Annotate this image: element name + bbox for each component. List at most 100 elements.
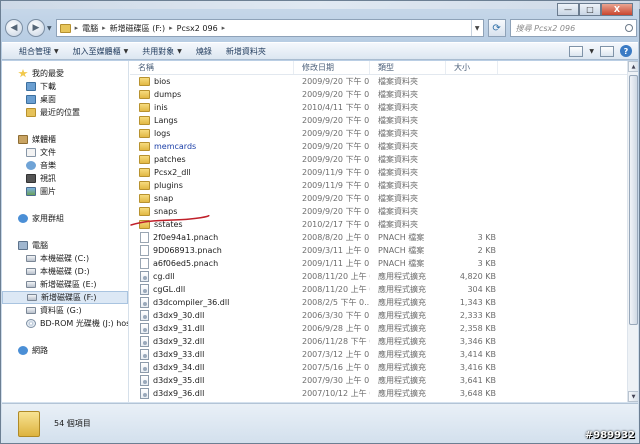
nav-item-recent[interactable]: 最近的位置: [2, 106, 128, 119]
chevron-right-icon[interactable]: ▸: [75, 24, 79, 32]
file-name-cell[interactable]: d3dx9_35.dll: [130, 375, 294, 386]
nav-item-music[interactable]: 音樂: [2, 159, 128, 172]
nav-item-documents[interactable]: 文件: [2, 146, 128, 159]
column-header-type[interactable]: 類型: [370, 61, 446, 74]
file-date: 2009/11/9 下午 0...: [302, 168, 370, 177]
file-name-cell[interactable]: 9D068913.pnach: [130, 245, 294, 256]
nav-computer[interactable]: 電腦: [2, 239, 128, 252]
table-row[interactable]: Pcsx2_dll 2009/11/9 下午 0... 檔案資料夾: [130, 166, 638, 179]
table-row[interactable]: patches 2009/9/20 下午 0... 檔案資料夾: [130, 153, 638, 166]
address-bar[interactable]: ▸ 電腦 ▸ 新增磁碟區 (F:) ▸ Pcsx2 096 ▸ ▼: [55, 19, 484, 37]
table-row[interactable]: d3dx9_36.dll 2007/10/12 上午 0... 應用程式擴充 3,64…: [130, 387, 638, 400]
back-button[interactable]: ◀: [5, 19, 23, 37]
file-name-cell[interactable]: d3dx9_30.dll: [130, 310, 294, 321]
file-name-cell[interactable]: d3dx9_32.dll: [130, 336, 294, 347]
nav-item-drive-g[interactable]: 資料區 (G:): [2, 304, 128, 317]
nav-item-desktop[interactable]: 桌面: [2, 93, 128, 106]
table-row[interactable]: d3dx9_31.dll 2006/9/28 上午 0... 應用程式擴充 2,358…: [130, 322, 638, 335]
breadcrumb-drive-f[interactable]: 新增磁碟區 (F:): [110, 23, 165, 34]
file-name-cell[interactable]: a6f06ed5.pnach: [130, 258, 294, 269]
table-row[interactable]: snap 2009/9/20 下午 0... 檔案資料夾: [130, 192, 638, 205]
table-row[interactable]: dumps 2009/9/20 下午 0... 檔案資料夾: [130, 88, 638, 101]
chevron-right-icon[interactable]: ▸: [102, 24, 106, 32]
table-row[interactable]: plugins 2009/11/9 下午 0... 檔案資料夾: [130, 179, 638, 192]
column-header-name[interactable]: 名稱: [130, 61, 294, 74]
file-name-cell[interactable]: cg.dll: [130, 271, 294, 282]
table-row[interactable]: d3dx9_30.dll 2006/3/30 下午 0... 應用程式擴充 2,333…: [130, 309, 638, 322]
column-header-size[interactable]: 大小: [446, 61, 498, 74]
file-name-cell[interactable]: cgGL.dll: [130, 284, 294, 295]
new-folder-button[interactable]: 新增資料夾: [219, 43, 273, 59]
nav-item-drive-d[interactable]: 本機磁碟 (D:): [2, 265, 128, 278]
file-name-cell[interactable]: d3dcompiler_36.dll: [130, 297, 294, 308]
table-row[interactable]: a6f06ed5.pnach 2009/1/11 上午 0... PNACH 檔案 3…: [130, 257, 638, 270]
file-type: PNACH 檔案: [378, 246, 425, 255]
column-header-date[interactable]: 修改日期: [294, 61, 370, 74]
nav-homegroup[interactable]: 家用群組: [2, 212, 128, 225]
file-name-cell[interactable]: Langs: [130, 116, 294, 125]
close-button[interactable]: X: [601, 3, 633, 16]
file-name-cell[interactable]: Pcsx2_dll: [130, 168, 294, 177]
breadcrumb-pcsx2[interactable]: Pcsx2 096: [177, 24, 218, 33]
file-name-cell[interactable]: dumps: [130, 90, 294, 99]
scroll-up-icon[interactable]: ▲: [628, 61, 638, 72]
nav-item-drive-e[interactable]: 新增磁碟區 (E:): [2, 278, 128, 291]
change-view-icon[interactable]: [569, 45, 584, 57]
nav-item-videos[interactable]: 視訊: [2, 172, 128, 185]
file-name-cell[interactable]: d3dx9_34.dll: [130, 362, 294, 373]
share-with-button[interactable]: 共用對象 ▼: [135, 43, 189, 59]
recent-pages-dropdown[interactable]: ▼: [47, 25, 52, 32]
table-row[interactable]: d3dcompiler_36.dll 2008/2/5 下午 0... 應用程式擴充…: [130, 296, 638, 309]
file-name-cell[interactable]: bios: [130, 77, 294, 86]
table-row[interactable]: logs 2009/9/20 下午 0... 檔案資料夾: [130, 127, 638, 140]
table-row[interactable]: 2f0e94a1.pnach 2008/8/20 上午 0... PNACH 檔案 3…: [130, 231, 638, 244]
table-row[interactable]: 9D068913.pnach 2009/3/11 上午 0... PNACH 檔案 2…: [130, 244, 638, 257]
file-name-cell[interactable]: inis: [130, 103, 294, 112]
table-row[interactable]: inis 2010/4/11 下午 0... 檔案資料夾: [130, 101, 638, 114]
organize-button[interactable]: 組合管理 ▼: [12, 43, 66, 59]
breadcrumb-computer[interactable]: 電腦: [82, 23, 98, 34]
table-row[interactable]: memcards 2009/9/20 下午 0... 檔案資料夾: [130, 140, 638, 153]
table-row[interactable]: d3dx9_35.dll 2007/9/30 上午 0... 應用程式擴充 3,641…: [130, 374, 638, 387]
file-name-cell[interactable]: memcards: [130, 142, 294, 151]
nav-item-drive-c[interactable]: 本機磁碟 (C:): [2, 252, 128, 265]
maximize-button[interactable]: □: [579, 3, 601, 16]
nav-item-drive-j[interactable]: BD-ROM 光碟機 (J:) hoshi: [2, 317, 128, 330]
file-name-cell[interactable]: patches: [130, 155, 294, 164]
table-row[interactable]: bios 2009/9/20 下午 0... 檔案資料夾: [130, 75, 638, 88]
search-input[interactable]: 搜尋 Pcsx2 096: [509, 19, 637, 37]
chevron-right-icon[interactable]: ▸: [222, 24, 226, 32]
minimize-button[interactable]: —: [557, 3, 579, 16]
nav-item-pictures[interactable]: 圖片: [2, 185, 128, 198]
nav-item-drive-f[interactable]: 新增磁碟區 (F:): [2, 291, 128, 304]
file-name-cell[interactable]: d3dx9_36.dll: [130, 388, 294, 399]
refresh-button[interactable]: ⟳: [487, 19, 506, 37]
scroll-down-icon[interactable]: ▼: [628, 391, 638, 402]
file-name-cell[interactable]: 2f0e94a1.pnach: [130, 232, 294, 243]
nav-network[interactable]: 網路: [2, 344, 128, 357]
nav-libraries[interactable]: 媒體櫃: [2, 133, 128, 146]
file-name-cell[interactable]: d3dx9_31.dll: [130, 323, 294, 334]
file-name-cell[interactable]: plugins: [130, 181, 294, 190]
table-row[interactable]: d3dx9_32.dll 2006/11/28 下午 0... 應用程式擴充 3,34…: [130, 335, 638, 348]
file-name-cell[interactable]: d3dx9_33.dll: [130, 349, 294, 360]
address-dropdown[interactable]: ▼: [470, 20, 483, 36]
nav-item-downloads[interactable]: 下載: [2, 80, 128, 93]
table-row[interactable]: d3dx9_33.dll 2007/3/12 上午 0... 應用程式擴充 3,414…: [130, 348, 638, 361]
table-row[interactable]: cg.dll 2008/11/20 上午 0... 應用程式擴充 4,820 KB: [130, 270, 638, 283]
preview-pane-icon[interactable]: [600, 45, 614, 57]
table-row[interactable]: cgGL.dll 2008/11/20 上午 0... 應用程式擴充 304 KB: [130, 283, 638, 296]
chevron-right-icon[interactable]: ▸: [169, 24, 173, 32]
include-in-library-button[interactable]: 加入至媒體櫃 ▼: [66, 43, 136, 59]
table-row[interactable]: d3dx9_34.dll 2007/5/16 上午 0... 應用程式擴充 3,416…: [130, 361, 638, 374]
forward-button[interactable]: ▶: [27, 19, 45, 37]
scroll-thumb[interactable]: [629, 75, 638, 325]
file-name-cell[interactable]: snap: [130, 194, 294, 203]
file-name-cell[interactable]: logs: [130, 129, 294, 138]
chevron-down-icon[interactable]: ▼: [589, 48, 594, 55]
table-row[interactable]: Langs 2009/9/20 下午 0... 檔案資料夾: [130, 114, 638, 127]
vertical-scrollbar[interactable]: ▲ ▼: [627, 61, 638, 402]
help-icon[interactable]: ?: [620, 45, 632, 57]
nav-favorites[interactable]: 我的最愛: [2, 67, 128, 80]
burn-button[interactable]: 燒錄: [189, 43, 219, 59]
